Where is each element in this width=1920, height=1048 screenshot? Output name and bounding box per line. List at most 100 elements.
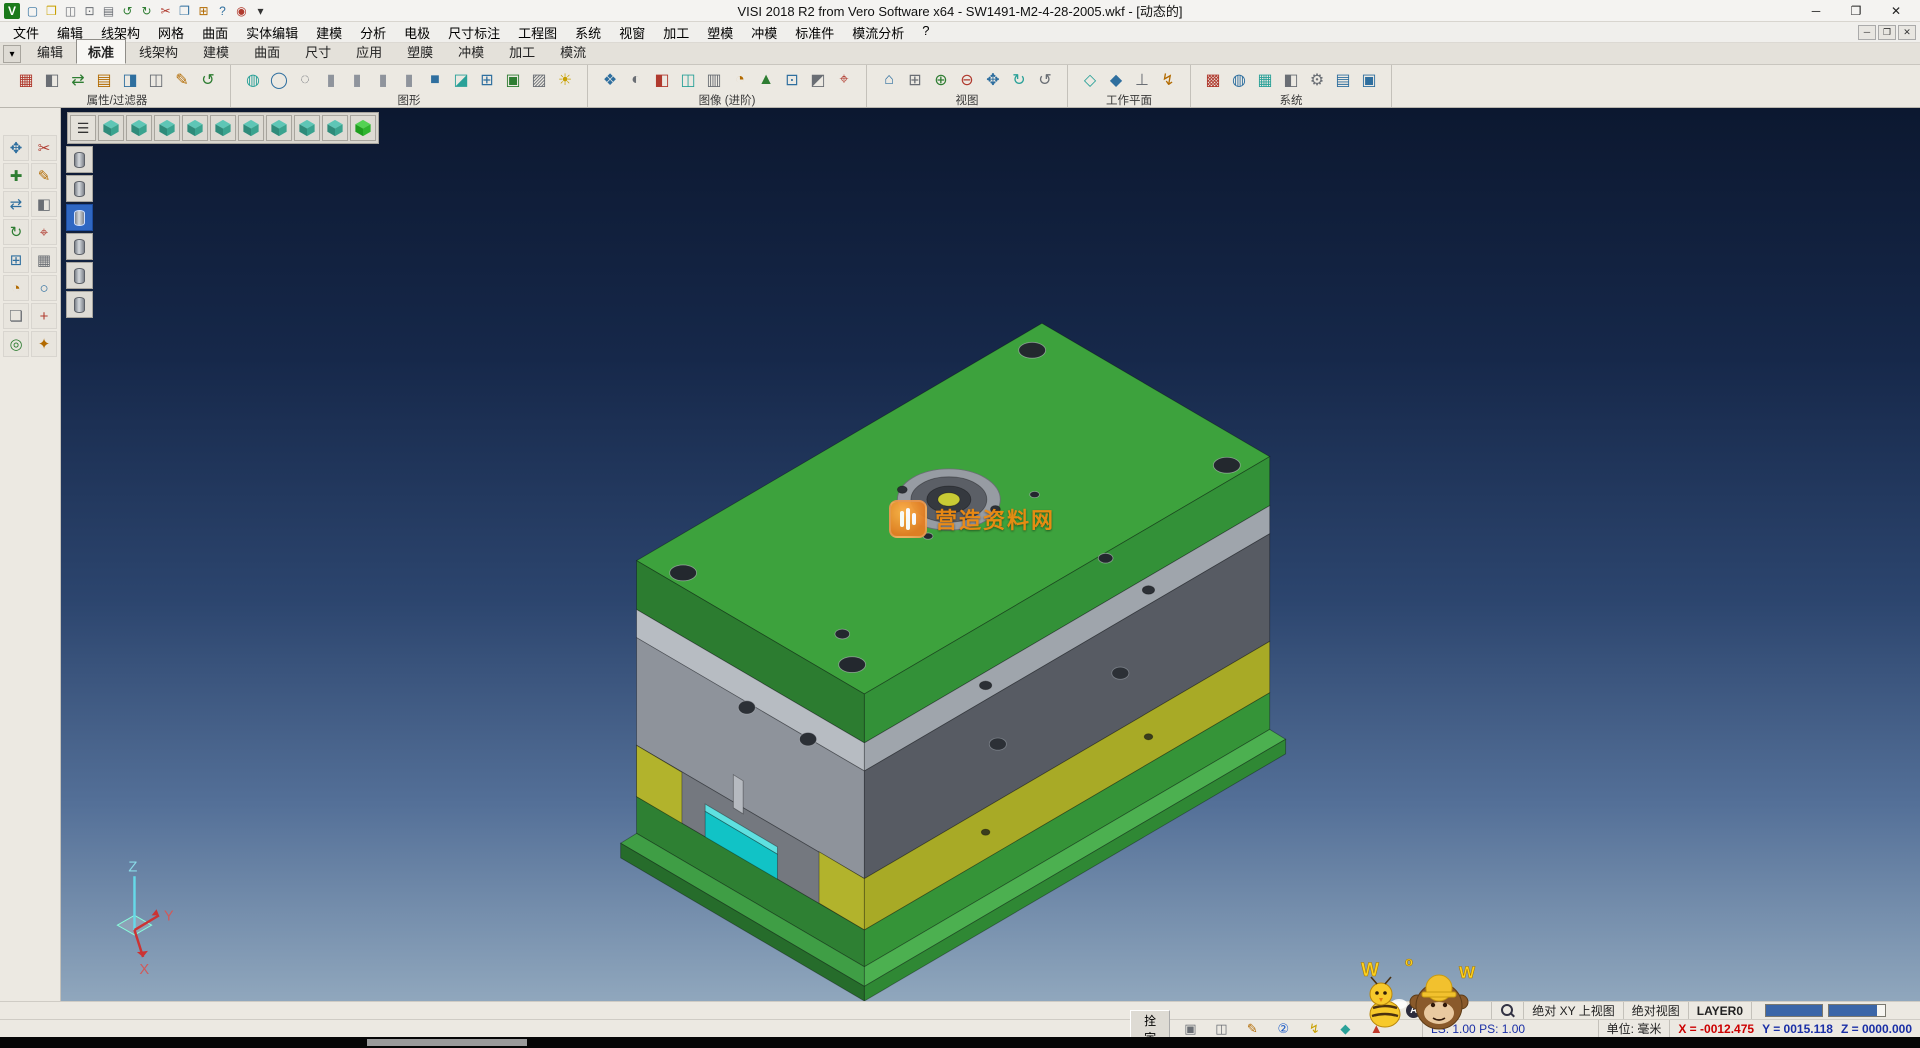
mesh-tool-icon[interactable]: ▦ (31, 247, 57, 273)
close-button[interactable]: ✕ (1876, 1, 1916, 21)
section-display-icon[interactable]: ◪ (449, 67, 473, 92)
thickness-check-icon[interactable]: ⊡ (780, 67, 804, 92)
view-top-cube[interactable] (98, 115, 124, 141)
tab[interactable]: 线架构 (127, 39, 190, 64)
rotate-view-icon[interactable]: ↻ (1007, 67, 1031, 92)
filter-mask-icon[interactable]: ◧ (40, 67, 64, 92)
view-iso-sw-cube[interactable] (350, 115, 376, 141)
shaded-view-icon[interactable]: ◍ (241, 67, 265, 92)
mirror-tool-icon[interactable]: ◧ (31, 191, 57, 217)
active-view-label[interactable]: 绝对 XY 上视图 (1523, 1002, 1622, 1019)
point-tool-icon[interactable]: ✚ (3, 163, 29, 189)
view-left-cube[interactable] (210, 115, 236, 141)
tab[interactable]: 模流 (548, 39, 598, 64)
calculator-icon[interactable]: ▤ (1331, 67, 1355, 92)
zoom-out-icon[interactable]: ⊖ (955, 67, 979, 92)
toolbar-options-icon[interactable]: ▾ (252, 2, 269, 19)
search-icon[interactable] (1500, 1003, 1515, 1018)
menu-item[interactable]: 标准件 (786, 23, 843, 42)
menu-item[interactable]: 加工 (654, 23, 698, 42)
tab[interactable]: 应用 (344, 39, 394, 64)
status-paint-icon[interactable]: ✎ (1241, 1021, 1263, 1037)
undo-icon[interactable]: ↺ (119, 2, 136, 19)
snap-tool-icon[interactable]: ⌖ (31, 219, 57, 245)
save-all-icon[interactable]: ⊡ (81, 2, 98, 19)
status-camera-icon[interactable]: ◫ (1210, 1021, 1232, 1037)
tab[interactable]: 建模 (191, 39, 241, 64)
view-iso-nw-cube[interactable] (322, 115, 348, 141)
measure-icon[interactable]: ⌖ (832, 67, 856, 92)
dynamic-section-icon[interactable]: ◧ (650, 67, 674, 92)
mold-model[interactable] (621, 323, 1286, 1001)
view-toolbar-menu-icon[interactable]: ☰ (70, 115, 96, 141)
globe-icon[interactable]: ◍ (1227, 67, 1251, 92)
compare-icon[interactable]: ◫ (676, 67, 700, 92)
info-icon[interactable]: ▣ (1357, 67, 1381, 92)
entity-filter-icon[interactable]: ◫ (144, 67, 168, 92)
target-tool-icon[interactable]: ◎ (3, 331, 29, 357)
view-iso-ne-cube[interactable] (294, 115, 320, 141)
move-tool-icon[interactable]: ⇄ (3, 191, 29, 217)
status-solid-icon[interactable]: ◆ (1334, 1021, 1356, 1037)
help-icon[interactable]: ? (214, 2, 231, 19)
filter-all-button[interactable] (66, 146, 93, 173)
workplane-icon[interactable]: ◇ (1078, 67, 1102, 92)
edit-attributes-icon[interactable]: ✎ (170, 67, 194, 92)
reset-filter-icon[interactable]: ↺ (196, 67, 220, 92)
workplane-align-icon[interactable]: ⊥ (1130, 67, 1154, 92)
tab[interactable]: 曲面 (242, 39, 292, 64)
tab[interactable]: 冲模 (446, 39, 496, 64)
view-mode-label[interactable]: 绝对视图 (1623, 1002, 1688, 1019)
view-front-cube[interactable] (154, 115, 180, 141)
pan-icon[interactable]: ✥ (981, 67, 1005, 92)
filter-wires-button[interactable] (66, 262, 93, 289)
copy-icon[interactable]: ❐ (176, 2, 193, 19)
reflection-icon[interactable]: ◩ (806, 67, 830, 92)
view-bottom-cube[interactable] (126, 115, 152, 141)
attributes-icon[interactable]: ▦ (14, 67, 38, 92)
cylinder-filter-4-icon[interactable]: ▮ (397, 67, 421, 92)
redo-icon[interactable]: ↻ (138, 2, 155, 19)
tab[interactable]: 尺寸 (293, 39, 343, 64)
workplane-reset-icon[interactable]: ↯ (1156, 67, 1180, 92)
menu-item[interactable]: 塑模 (698, 23, 742, 42)
status-help-icon[interactable]: ② (1272, 1021, 1294, 1037)
selection-filter-icon[interactable]: ⇄ (66, 67, 90, 92)
palette-icon[interactable]: ▩ (1201, 67, 1225, 92)
menu-item[interactable]: 视窗 (610, 23, 654, 42)
select-tool-icon[interactable]: ✥ (3, 135, 29, 161)
taskbar-segment[interactable] (367, 1039, 527, 1046)
active-layer-label[interactable]: LAYER0 (1688, 1002, 1751, 1019)
3d-viewport[interactable]: Z Y X ☰ (61, 108, 1920, 1001)
previous-view-icon[interactable]: ↺ (1033, 67, 1057, 92)
filter-surfaces-button[interactable] (66, 233, 93, 260)
advanced-shading-icon[interactable]: ❖ (598, 67, 622, 92)
window-layout-icon[interactable]: ◧ (1279, 67, 1303, 92)
lighting-icon[interactable]: ☀ (553, 67, 577, 92)
filter-points-button[interactable] (66, 175, 93, 202)
hidden-line-icon[interactable]: ◌ (293, 67, 317, 92)
cylinder-filter-1-icon[interactable]: ▮ (319, 67, 343, 92)
zoom-all-icon[interactable]: ⌂ (877, 67, 901, 92)
arc-tool-icon[interactable]: ◔ (3, 275, 29, 301)
maximize-button[interactable]: ❐ (1836, 1, 1876, 21)
save-icon[interactable]: ◫ (62, 2, 79, 19)
layer-filter-icon[interactable]: ▤ (92, 67, 116, 92)
texture-icon[interactable]: ▨ (527, 67, 551, 92)
tab[interactable]: 编辑 (25, 39, 75, 64)
grid-tool-icon[interactable]: ⊞ (3, 247, 29, 273)
cylinder-filter-2-icon[interactable]: ▮ (345, 67, 369, 92)
filter-other-button[interactable] (66, 291, 93, 318)
menu-item[interactable]: ? (913, 23, 938, 42)
solid-display-icon[interactable]: ■ (423, 67, 447, 92)
tab[interactable]: 加工 (497, 39, 547, 64)
mdi-restore-button[interactable]: ❐ (1878, 25, 1896, 40)
paste-icon[interactable]: ⊞ (195, 2, 212, 19)
grid-display-icon[interactable]: ⊞ (475, 67, 499, 92)
zoom-in-icon[interactable]: ⊕ (929, 67, 953, 92)
open-file-icon[interactable]: ❒ (43, 2, 60, 19)
tab[interactable]: 标准 (76, 39, 126, 64)
menu-item[interactable]: 冲模 (742, 23, 786, 42)
draft-check-icon[interactable]: ▲ (754, 67, 778, 92)
crosshair-tool-icon[interactable]: + (31, 303, 57, 329)
